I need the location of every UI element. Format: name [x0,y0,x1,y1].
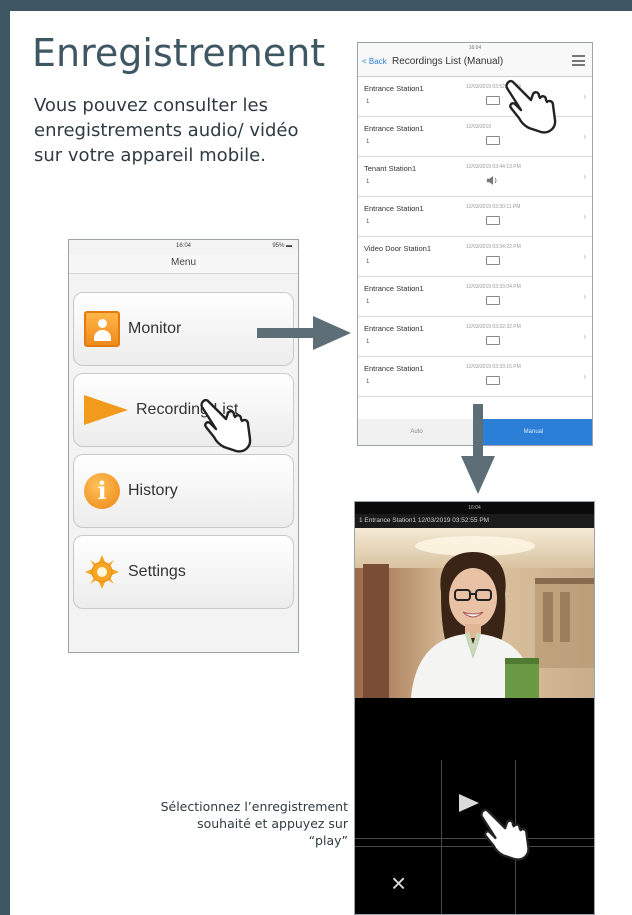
settings-button[interactable]: Settings [73,535,294,609]
row-date: 12/03/2019 03:30:11 PM [466,204,521,210]
menu-screen: 16:04 95% ▬ Menu Monitor Recording List … [68,239,299,653]
video-icon [486,96,500,105]
arrow-right-icon [257,316,351,350]
list-title: Recordings List (Manual) [392,56,504,67]
monitor-label: Monitor [128,320,182,337]
row-number: 1 [366,379,370,385]
video-icon [486,136,500,145]
status-bar: 16:04 [355,502,594,514]
arrow-down-icon [461,404,495,494]
chevron-right-icon: › [583,132,586,141]
row-number: 1 [366,219,370,225]
speaker-icon [486,176,497,185]
chevron-right-icon: › [583,212,586,221]
status-time: 16:04 [175,243,191,249]
player-header: 1 Entrance Station1 12/03/2019 03:52:55 … [355,514,594,528]
page-title: Enregistrement [32,31,326,75]
row-date: 12/03/2019 03:44:13 PM [466,164,521,170]
row-number: 1 [366,99,370,105]
video-icon [486,376,500,385]
hamburger-menu-icon[interactable] [572,55,585,66]
row-date: 12/03/2019 03:33:04 PM [466,284,521,290]
row-date: 12/03/2019 03:32:32 PM [466,324,521,330]
row-name: Video Door Station1 [364,244,431,253]
recording-row[interactable]: Entrance Station1 1 12/03/2019 03:33:15 … [358,357,592,397]
nav-bar: 16:04 < Back Recordings List (Manual) [358,43,592,77]
row-name: Entrance Station1 [364,324,424,333]
recording-row[interactable]: Entrance Station1 1 12/03/2019 03:33:04 … [358,277,592,317]
chevron-right-icon: › [583,372,586,381]
content-panel: Enregistrement Vous pouvez consulter les… [10,11,632,915]
row-number: 1 [366,299,370,305]
video-icon [486,216,500,225]
status-time: 16:04 [468,505,481,511]
chevron-right-icon: › [583,292,586,301]
recording-row[interactable]: Entrance Station1 1 12/03/2019 03:30:11 … [358,197,592,237]
menu-header: Menu [69,254,298,274]
chevron-right-icon: › [583,252,586,261]
history-button[interactable]: i History [73,454,294,528]
chevron-right-icon: › [583,92,586,101]
row-name: Entrance Station1 [364,284,424,293]
row-name: Tenant Station1 [364,164,417,173]
video-image [355,528,594,698]
tab-auto[interactable]: Auto [358,419,475,445]
video-icon [486,336,500,345]
pointing-hand-icon [505,79,557,134]
recording-row[interactable]: Tenant Station1 1 12/03/2019 03:44:13 PM… [358,157,592,197]
row-number: 1 [366,259,370,265]
row-number: 1 [366,139,370,145]
player-screen: 16:04 1 Entrance Station1 12/03/2019 03:… [354,501,595,915]
row-date: 12/03/2019 03:34:22 PM [466,244,521,250]
video-icon [486,296,500,305]
status-bar: 16:04 95% ▬ [69,240,298,254]
row-name: Entrance Station1 [364,124,424,133]
playback-controls: × [355,698,594,914]
gear-icon [84,554,120,590]
settings-label: Settings [128,563,186,580]
chevron-right-icon: › [583,172,586,181]
status-time: 16:04 [468,45,482,51]
row-name: Entrance Station1 [364,84,424,93]
monitor-icon [84,311,120,347]
back-button[interactable]: < Back [362,57,387,66]
video-frame [355,528,594,698]
status-battery: 95% ▬ [272,243,292,249]
play-button[interactable] [459,794,479,812]
recording-row[interactable]: Entrance Station1 1 12/03/2019 03:32:32 … [358,317,592,357]
history-label: History [128,482,178,499]
video-icon [486,256,500,265]
row-date: 12/03/2019 03:33:15 PM [466,364,521,370]
caption-text: Sélectionnez l’enregistrement souhaité e… [160,799,348,848]
recording-row[interactable]: Video Door Station1 1 12/03/2019 03:34:2… [358,237,592,277]
play-arrow-icon [84,395,128,425]
row-number: 1 [366,179,370,185]
pointing-hand-icon [480,808,530,861]
row-name: Entrance Station1 [364,364,424,373]
row-name: Entrance Station1 [364,204,424,213]
close-button[interactable]: × [391,870,406,896]
row-number: 1 [366,339,370,345]
intro-text: Vous pouvez consulter les enregistrement… [34,95,299,166]
row-date: 12/03/2019 [466,124,492,130]
chevron-right-icon: › [583,332,586,341]
pointing-hand-icon [200,398,252,453]
info-icon: i [84,473,120,509]
